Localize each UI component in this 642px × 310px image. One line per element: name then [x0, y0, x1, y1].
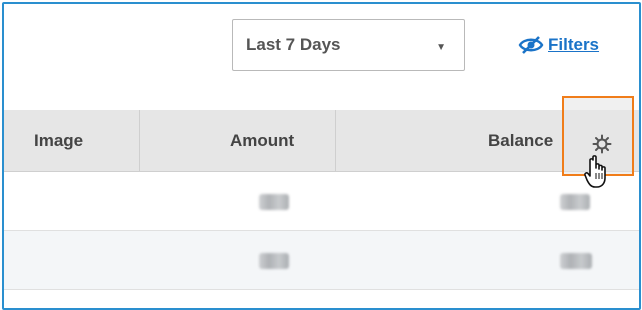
column-header-amount[interactable]: Amount	[230, 110, 294, 171]
table-row[interactable]	[4, 231, 639, 290]
caret-down-icon: ▼	[436, 42, 446, 53]
eye-slash-icon	[518, 36, 544, 54]
filters-label: Filters	[548, 35, 600, 54]
balance-cell-redacted	[560, 253, 592, 269]
gear-icon	[592, 134, 612, 154]
table-header: Image Amount Balance	[4, 110, 639, 172]
date-range-value: Last 7 Days	[246, 35, 341, 54]
balance-cell-redacted	[560, 194, 590, 210]
column-divider	[139, 110, 140, 171]
column-header-balance[interactable]: Balance	[488, 110, 553, 171]
table-row[interactable]	[4, 172, 639, 231]
column-header-image[interactable]: Image	[34, 110, 83, 171]
table-panel: Last 7 Days ▼ Filters Image Amount Balan…	[2, 2, 641, 310]
hand-pointer-icon	[584, 155, 606, 188]
table-footer	[4, 290, 639, 308]
amount-cell-redacted	[259, 194, 289, 210]
amount-cell-redacted	[259, 253, 289, 269]
filters-link[interactable]: Filters	[518, 33, 599, 57]
date-range-select[interactable]: Last 7 Days ▼	[232, 19, 465, 71]
table-toolbar: Last 7 Days ▼ Filters	[4, 4, 639, 111]
column-divider	[335, 110, 336, 171]
